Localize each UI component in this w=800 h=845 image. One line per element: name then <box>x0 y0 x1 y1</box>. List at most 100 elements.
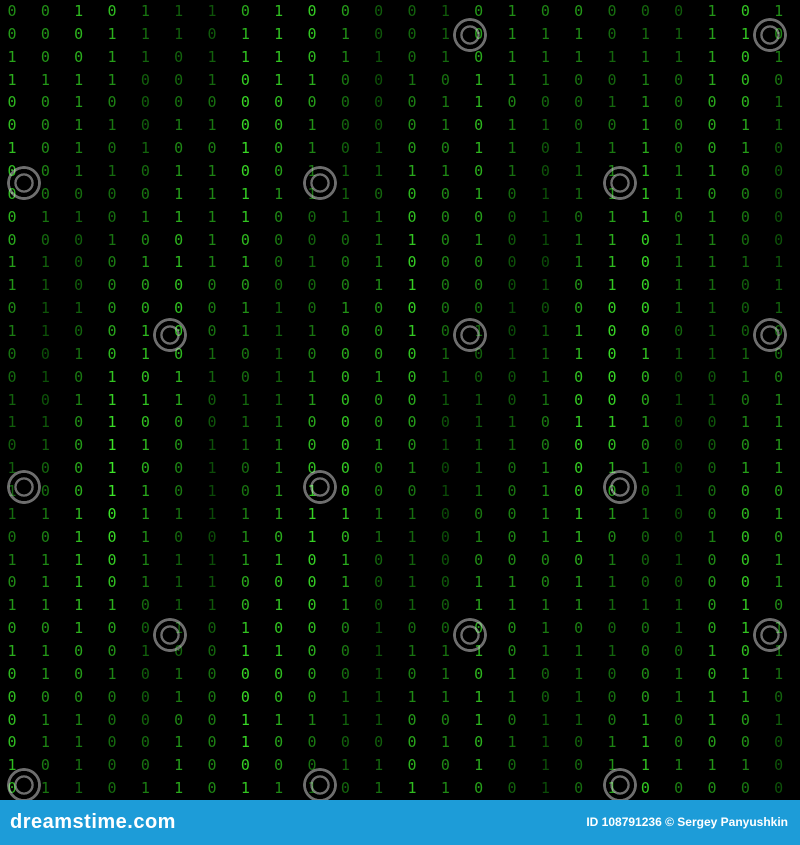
watermark-swirl-icon <box>453 618 487 652</box>
binary-digit: 1 <box>207 253 217 272</box>
binary-digit: 1 <box>74 527 84 546</box>
binary-digit: 0 <box>340 2 350 20</box>
binary-digit: 0 <box>707 779 717 798</box>
binary-digit: 1 <box>207 116 217 135</box>
binary-digit: 0 <box>340 779 350 798</box>
binary-digit: 0 <box>440 710 450 729</box>
binary-digit: 0 <box>740 207 750 226</box>
binary-digit: 1 <box>540 367 550 386</box>
binary-digit: 1 <box>574 710 584 729</box>
binary-digit: 1 <box>774 299 784 318</box>
binary-digit: 1 <box>274 482 284 500</box>
binary-digit: 1 <box>240 779 250 798</box>
binary-digit: 1 <box>540 116 550 135</box>
binary-digit: 1 <box>707 230 717 249</box>
binary-digit: 1 <box>340 207 350 226</box>
binary-digit: 0 <box>307 596 317 615</box>
binary-digit: 0 <box>140 413 150 432</box>
binary-digit: 1 <box>140 344 150 363</box>
binary-digit: 1 <box>107 47 117 66</box>
binary-digit: 0 <box>574 619 584 638</box>
binary-digit: 1 <box>740 619 750 638</box>
binary-digit: 0 <box>207 527 217 546</box>
binary-digit: 1 <box>474 184 484 203</box>
binary-digit: 0 <box>274 756 284 775</box>
binary-digit: 1 <box>174 664 184 683</box>
binary-digit: 0 <box>174 93 184 112</box>
binary-digit: 0 <box>574 367 584 386</box>
binary-digit: 0 <box>507 756 517 775</box>
binary-digit: 0 <box>107 619 117 638</box>
binary-digit: 1 <box>474 527 484 546</box>
binary-digit: 0 <box>240 596 250 615</box>
binary-digit: 1 <box>540 642 550 660</box>
binary-digit: 0 <box>507 253 517 272</box>
binary-digit: 0 <box>474 664 484 683</box>
binary-digit: 1 <box>407 779 417 798</box>
binary-digit: 1 <box>640 47 650 66</box>
binary-digit: 0 <box>707 664 717 683</box>
binary-digit: 1 <box>240 733 250 752</box>
binary-digit: 1 <box>74 710 84 729</box>
binary-digit: 0 <box>107 276 117 295</box>
binary-digit: 0 <box>7 619 17 638</box>
binary-digit: 1 <box>574 230 584 249</box>
binary-digit: 1 <box>40 573 50 592</box>
binary-digit: 1 <box>140 390 150 409</box>
binary-digit: 0 <box>607 367 617 386</box>
binary-digit: 1 <box>407 459 417 478</box>
binary-digit: 0 <box>440 276 450 295</box>
binary-digit: 0 <box>207 710 217 729</box>
binary-digit: 0 <box>407 2 417 20</box>
binary-digit: 0 <box>107 2 117 20</box>
binary-digit: 1 <box>207 596 217 615</box>
binary-digit: 0 <box>274 573 284 592</box>
binary-digit: 1 <box>74 756 84 775</box>
binary-digit: 1 <box>407 687 417 706</box>
binary-digit: 0 <box>74 687 84 706</box>
binary-digit: 1 <box>674 24 684 43</box>
binary-digit: 1 <box>440 642 450 660</box>
binary-digit: 0 <box>774 482 784 500</box>
binary-digit: 0 <box>507 390 517 409</box>
binary-digit: 1 <box>707 24 717 43</box>
binary-digit: 1 <box>307 139 317 158</box>
binary-digit: 0 <box>474 116 484 135</box>
binary-digit: 0 <box>140 299 150 318</box>
binary-digit: 0 <box>740 299 750 318</box>
binary-digit: 0 <box>274 619 284 638</box>
binary-digit: 1 <box>74 573 84 592</box>
binary-digit: 1 <box>374 139 384 158</box>
binary-digit: 0 <box>740 642 750 660</box>
binary-digit: 1 <box>707 207 717 226</box>
binary-digit: 0 <box>640 390 650 409</box>
binary-digit: 0 <box>474 2 484 20</box>
binary-digit: 0 <box>140 733 150 752</box>
binary-digit: 0 <box>407 710 417 729</box>
binary-digit: 0 <box>407 93 417 112</box>
binary-digit: 1 <box>440 162 450 180</box>
binary-digit: 0 <box>607 619 617 638</box>
binary-digit: 0 <box>740 573 750 592</box>
binary-digit: 1 <box>240 413 250 432</box>
binary-digit: 0 <box>674 367 684 386</box>
binary-digit: 0 <box>307 413 317 432</box>
binary-digit: 1 <box>140 527 150 546</box>
binary-digit: 0 <box>307 687 317 706</box>
binary-digit: 0 <box>674 733 684 752</box>
binary-digit: 1 <box>674 550 684 569</box>
binary-digit: 0 <box>7 710 17 729</box>
binary-digit: 1 <box>207 162 217 180</box>
binary-digit: 1 <box>174 2 184 20</box>
binary-digit: 0 <box>507 322 517 340</box>
binary-digit: 1 <box>174 24 184 43</box>
binary-digit: 0 <box>640 436 650 455</box>
binary-digit: 0 <box>407 139 417 158</box>
binary-digit: 0 <box>7 436 17 455</box>
binary-digit: 1 <box>74 162 84 180</box>
binary-digit: 1 <box>340 573 350 592</box>
binary-digit: 0 <box>40 756 50 775</box>
binary-digit: 0 <box>740 322 750 340</box>
binary-digit: 1 <box>207 504 217 523</box>
binary-digit: 0 <box>640 550 650 569</box>
